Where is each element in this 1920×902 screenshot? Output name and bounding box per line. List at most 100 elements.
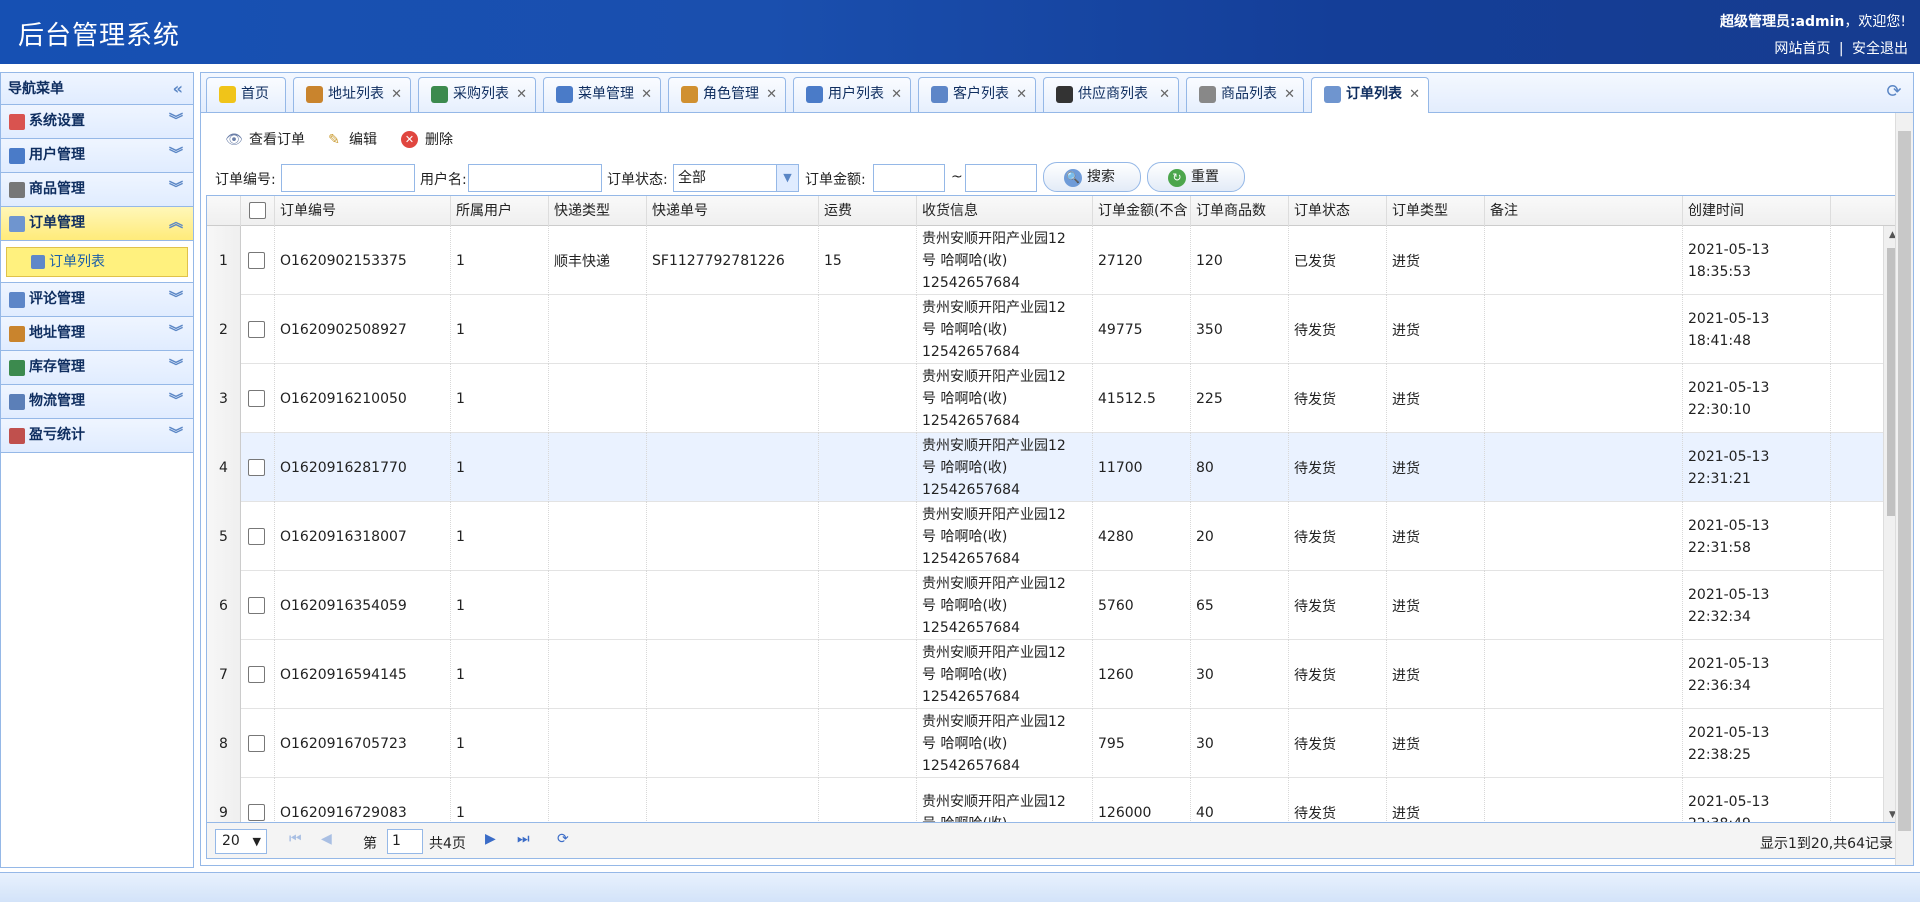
cell-text: 进货 bbox=[1392, 253, 1420, 270]
close-tab-icon[interactable]: ✕ bbox=[391, 78, 402, 111]
comment-icon bbox=[9, 292, 25, 308]
close-tab-icon[interactable]: ✕ bbox=[766, 78, 777, 111]
sidebar-item-3[interactable]: 订单管理 ︽ bbox=[1, 207, 193, 241]
reload-icon[interactable]: ⟳ bbox=[557, 831, 569, 847]
row-checkbox[interactable] bbox=[248, 735, 265, 752]
column-header[interactable]: 备注 bbox=[1485, 196, 1683, 226]
delete-button[interactable]: ✕ 删除 bbox=[399, 125, 453, 155]
sidebar-item-1[interactable]: 用户管理 ︾ bbox=[1, 139, 193, 173]
tab-2[interactable]: 采购列表 ✕ bbox=[418, 77, 536, 112]
table-row[interactable]: 3 O1620916210050 1 贵州安顺开阳产业园12 号 哈啊哈(收) 12542… bbox=[207, 364, 1883, 433]
edit-button[interactable]: ✎ 编辑 bbox=[323, 125, 377, 155]
created-time: 22:36:34 bbox=[1688, 677, 1751, 694]
chevron-down-icon: ︾ bbox=[169, 393, 183, 409]
close-tab-icon[interactable]: ✕ bbox=[1409, 78, 1420, 111]
table-row[interactable]: 9 O1620916729083 1 贵州安顺开阳产业园12 号 哈啊哈(收) 12600… bbox=[207, 778, 1883, 822]
next-page-icon[interactable]: ▶ bbox=[485, 831, 496, 847]
row-checkbox[interactable] bbox=[248, 804, 265, 821]
logout-link[interactable]: 安全退出 bbox=[1852, 41, 1908, 57]
row-checkbox[interactable] bbox=[248, 666, 265, 683]
tab-7[interactable]: 供应商列表 ✕ bbox=[1043, 77, 1179, 112]
column-header[interactable]: 收货信息 bbox=[917, 196, 1093, 226]
amount-max-input[interactable] bbox=[965, 164, 1037, 192]
last-page-icon[interactable]: ⏭ bbox=[517, 831, 530, 847]
sidebar-item-6[interactable]: 库存管理 ︾ bbox=[1, 351, 193, 385]
close-tab-icon[interactable]: ✕ bbox=[641, 78, 652, 111]
column-header[interactable]: 快递类型 bbox=[549, 196, 647, 226]
cell-text: 49775 bbox=[1098, 321, 1143, 338]
refresh-tabs-icon[interactable]: ⟳ bbox=[1883, 81, 1905, 103]
sidebar-item-4[interactable]: 评论管理 ︾ bbox=[1, 283, 193, 317]
view-order-button[interactable]: 👁 查看订单 bbox=[223, 125, 305, 155]
table-row[interactable]: 2 O1620902508927 1 贵州安顺开阳产业园12 号 哈啊哈(收) 12542… bbox=[207, 295, 1883, 364]
first-page-icon[interactable]: ⏮ bbox=[289, 831, 302, 847]
status-select[interactable]: 全部 ▼ bbox=[673, 164, 799, 192]
table-row[interactable]: 7 O1620916594145 1 贵州安顺开阳产业园12 号 哈啊哈(收) 12542… bbox=[207, 640, 1883, 709]
sidebar-menu: 系统设置 ︾ 用户管理 ︾ 商品管理 ︾ 订单管理 ︽ 订单列表评论管理 ︾ 地址管理 ︾ 库存管理 ︾ 物… bbox=[1, 105, 193, 453]
panel-scrollbar[interactable] bbox=[1895, 113, 1913, 865]
tab-1[interactable]: 地址列表 ✕ bbox=[293, 77, 411, 112]
column-header[interactable]: 订单编号 bbox=[275, 196, 451, 226]
tab-8[interactable]: 商品列表 ✕ bbox=[1186, 77, 1304, 112]
sidebar-item-0[interactable]: 系统设置 ︾ bbox=[1, 105, 193, 139]
cell-type: 进货 bbox=[1387, 640, 1485, 709]
close-tab-icon[interactable]: ✕ bbox=[516, 78, 527, 111]
tab-4[interactable]: 角色管理 ✕ bbox=[668, 77, 786, 112]
page-size-select[interactable]: 20 ▼ bbox=[215, 829, 267, 854]
tab-6[interactable]: 客户列表 ✕ bbox=[918, 77, 1036, 112]
table-row[interactable]: 4 O1620916281770 1 贵州安顺开阳产业园12 号 哈啊哈(收) 12542… bbox=[207, 433, 1883, 502]
row-number: 4 bbox=[207, 433, 241, 502]
row-checkbox[interactable] bbox=[248, 390, 265, 407]
view-order-label: 查看订单 bbox=[249, 132, 305, 148]
tab-0[interactable]: 首页 bbox=[206, 77, 286, 112]
order-no-input[interactable] bbox=[281, 164, 415, 192]
panel-scroll-thumb[interactable] bbox=[1898, 131, 1911, 831]
cell-tracking bbox=[647, 571, 819, 640]
username-input[interactable] bbox=[468, 164, 602, 192]
select-all-checkbox[interactable] bbox=[249, 202, 266, 219]
column-header[interactable]: 所属用户 bbox=[451, 196, 549, 226]
row-checkbox[interactable] bbox=[248, 321, 265, 338]
table-row[interactable]: 8 O1620916705723 1 贵州安顺开阳产业园12 号 哈啊哈(收) 12542… bbox=[207, 709, 1883, 778]
column-header[interactable]: 创建时间 bbox=[1683, 196, 1831, 226]
page-number-input[interactable]: 1 bbox=[387, 829, 423, 854]
column-header-label: 创建时间 bbox=[1688, 203, 1744, 219]
close-tab-icon[interactable]: ✕ bbox=[1284, 78, 1295, 111]
sidebar-subitem-order-list[interactable]: 订单列表 bbox=[6, 247, 188, 277]
reset-button[interactable]: ↻ 重置 bbox=[1147, 162, 1245, 192]
row-checkbox[interactable] bbox=[248, 459, 265, 476]
tab-9[interactable]: 订单列表 ✕ bbox=[1311, 77, 1429, 113]
column-header[interactable]: 快递单号 bbox=[647, 196, 819, 226]
table-row[interactable]: 6 O1620916354059 1 贵州安顺开阳产业园12 号 哈啊哈(收) 12542… bbox=[207, 571, 1883, 640]
close-tab-icon[interactable]: ✕ bbox=[1016, 78, 1027, 111]
table-row[interactable]: 1 O1620902153375 1 顺丰快递 SF1127792781226 15 贵州安… bbox=[207, 226, 1883, 295]
search-button[interactable]: 🔍 搜索 bbox=[1043, 162, 1141, 192]
collapse-sidebar-icon[interactable]: « bbox=[173, 73, 183, 105]
close-tab-icon[interactable]: ✕ bbox=[891, 78, 902, 111]
row-checkbox[interactable] bbox=[248, 252, 265, 269]
column-header[interactable]: 订单金额(不含 bbox=[1093, 196, 1191, 226]
row-checkbox[interactable] bbox=[248, 597, 265, 614]
close-tab-icon[interactable]: ✕ bbox=[1159, 78, 1170, 111]
home-link[interactable]: 网站首页 bbox=[1774, 41, 1830, 57]
sidebar-item-8[interactable]: 盈亏统计 ︾ bbox=[1, 419, 193, 453]
amount-min-input[interactable] bbox=[873, 164, 945, 192]
table-row[interactable]: 5 O1620916318007 1 贵州安顺开阳产业园12 号 哈啊哈(收) 12542… bbox=[207, 502, 1883, 571]
prev-page-icon[interactable]: ◀ bbox=[321, 831, 332, 847]
column-header[interactable]: 运费 bbox=[819, 196, 917, 226]
row-checkbox[interactable] bbox=[248, 528, 265, 545]
subitem-label: 订单列表 bbox=[49, 254, 105, 270]
sidebar-item-2[interactable]: 商品管理 ︾ bbox=[1, 173, 193, 207]
tab-3[interactable]: 菜单管理 ✕ bbox=[543, 77, 661, 112]
cell-express bbox=[549, 571, 647, 640]
tab-5[interactable]: 用户列表 ✕ bbox=[793, 77, 911, 112]
column-header[interactable]: 订单类型 bbox=[1387, 196, 1485, 226]
column-header[interactable]: 订单商品数 bbox=[1191, 196, 1289, 226]
sidebar-item-7[interactable]: 物流管理 ︾ bbox=[1, 385, 193, 419]
column-header[interactable]: 订单状态 bbox=[1289, 196, 1387, 226]
cell-note bbox=[1485, 433, 1683, 502]
cell-order-no: O1620916281770 bbox=[275, 433, 451, 502]
sidebar-item-5[interactable]: 地址管理 ︾ bbox=[1, 317, 193, 351]
row-select-cell bbox=[241, 226, 275, 295]
cell-text: 顺丰快递 bbox=[554, 253, 610, 270]
